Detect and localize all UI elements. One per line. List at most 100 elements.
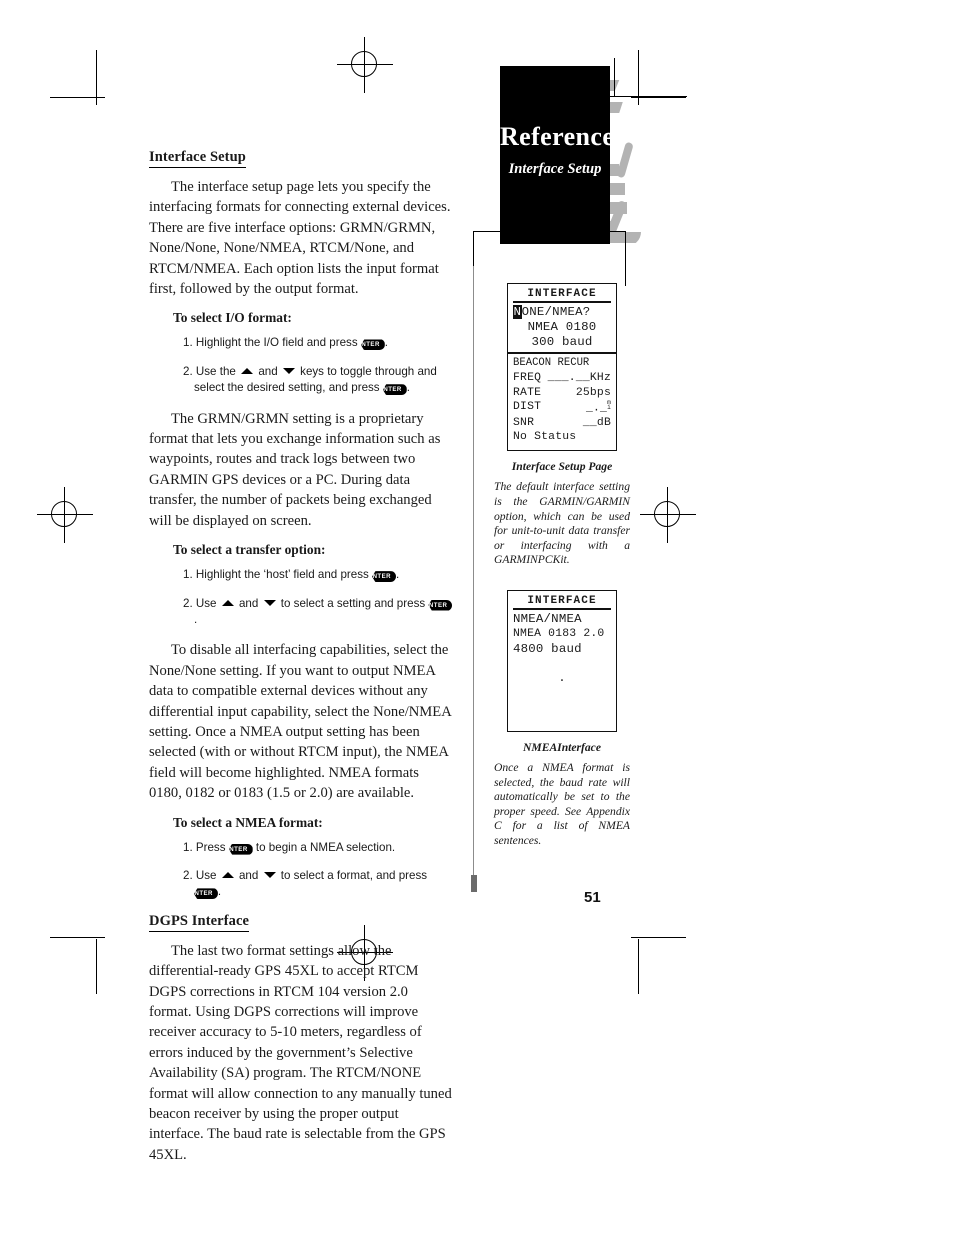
enter-key-icon: ENTER [428,599,453,611]
figure-1-caption-body: The default interface setting is the GAR… [494,480,630,567]
procedure-heading-select-transfer-option: To select a transfer option: [173,542,326,558]
arrow-down-icon [263,871,276,878]
gps-row-rate-number: 25 [575,386,590,399]
procedure-heading-select-nmea-format: To select a NMEA format: [173,814,323,830]
enter-key-icon: ENTER [372,571,396,583]
page-number: 51 [584,889,601,906]
step-io-1-period: . [384,336,389,350]
step-nmea-2: 2. Use and to select a format, and press… [183,868,454,901]
registration-mark-right [640,487,696,543]
paragraph-interface-overview: The interface setup page lets you specif… [149,179,451,298]
crop-mark-top-left-v [96,50,97,105]
registration-mark-left [37,487,93,543]
gps-row-snr-value: __dB [583,416,611,431]
gps-row-rate-label: RATE [513,386,542,399]
gps-row-rate-value: 25bps [576,386,611,401]
step-nmea-1-text-b: to begin a NMEA selection. [255,840,396,854]
step-transfer-1-text: 1. Highlight the ‘host’ field and press [183,568,369,582]
gps-field-io-format: NONE/NMEA? [513,305,611,320]
gps-screen-title: INTERFACE [513,595,611,610]
gps-row-snr-label: SNR [513,416,535,429]
enter-key-icon: ENTER [194,888,218,900]
enter-key-icon: ENTER [360,339,385,351]
step-io-1: 1. Highlight the I/O field and press ENT… [183,335,454,351]
gps-row-freq-value: ___.__KHz [548,371,611,386]
gps-row-freq: FREQ ___.__KHz [513,371,611,386]
gps-field-nmea-format: NMEA 0180 [527,320,597,334]
gps-field-nmea-format: NMEA 0183 2.0 [513,627,605,640]
step-nmea-1-text-a: 1. Press [183,840,226,854]
step-transfer-2-text-a: 2. Use [183,596,217,610]
enter-key-icon: ENTER [228,843,253,855]
step-io-1-text: 1. Highlight the I/O field and press [183,336,358,350]
paragraph-dgps: The last two format settings allow the d… [149,942,452,1163]
registration-mark-top [337,37,393,93]
step-transfer-2-text-b: and [238,596,259,610]
gps-row-freq-label: FREQ [513,372,542,384]
gps-highlight-char: N [513,305,522,319]
step-nmea-2-text-b: and [238,868,259,882]
step-nmea-2-period: . [217,885,222,899]
gps-field-baud-rate: 4800 baud [513,641,582,656]
arrow-up-icon [221,599,234,606]
step-nmea-1: 1. Press ENTER to begin a NMEA selection… [183,840,454,856]
crop-mark-bottom-left-v [96,939,97,994]
gps-blank-line [513,657,611,672]
enter-key-icon: ENTER [382,384,407,396]
section-heading-dgps-interface: DGPS Interface [149,913,250,932]
arrow-down-icon [263,599,276,606]
arrow-up-icon [241,367,254,374]
gps-beacon-header: BEACON RECUR [513,357,590,369]
gps-field-io-format: NMEA/NMEA [513,611,582,626]
gps-row-dist-value: _._ m i [585,399,611,416]
step-io-2: 2. Use the and keys to toggle through an… [183,364,454,397]
step-io-2-period: . [406,381,410,395]
gps-divider [508,352,616,354]
arrow-down-icon [282,367,295,374]
gps-screen-title: INTERFACE [513,288,611,303]
step-transfer-1-period: . [395,568,400,582]
figure-2-caption-title: NMEAInterface [523,740,601,754]
gps-screen-nmea-interface: INTERFACE NMEA/NMEA NMEA 0183 2.0 4800 b… [507,589,617,732]
main-text-column: Interface Setup The interface setup page… [149,148,454,1174]
figure-2-caption-body: Once a NMEA format is selected, the baud… [494,760,630,847]
paragraph-disable-interfacing: To disable all interfacing capabilities,… [149,642,451,802]
gps-row-rate: RATE 25bps [513,386,611,401]
step-io-2-text-a: 2. Use the [183,364,236,378]
gps-field-baud-rate: 300 baud [531,335,593,349]
procedure-heading-select-io-format: To select I/O format: [173,310,292,326]
sidebar-figures: INTERFACE NONE/NMEA? NMEA 0180 300 baud … [492,283,632,849]
page-subtitle: Interface Setup [508,161,602,177]
paragraph-grmn-format: The GRMN/GRMN setting is a proprietary f… [149,410,441,529]
gps-status-text: No Status [513,431,577,444]
gps-row-dist-label: DIST [513,401,542,413]
gps-row-snr: SNR __dB [513,416,611,431]
gps-row-snr-number: __ [582,416,597,429]
reference-header-block: Reference Interface Setup [500,66,614,244]
crop-mark-bottom-left-h [50,937,105,938]
gps-row-rate-unit: bps [589,386,611,399]
crop-mark-bottom-right-h [631,937,686,938]
header-vertical-rule [614,58,615,97]
step-transfer-2-period: . [194,612,198,626]
step-nmea-2-text-c: to select a format, and press [280,868,428,882]
gps-row-dist-unit-bottom: i [607,404,611,412]
step-io-2-text-b: and [258,364,278,378]
step-transfer-2: 2. Use and to select a setting and press… [183,596,454,629]
gps-io-format-rest: ONE/NMEA? [521,305,591,319]
gps-row-freq-unit: KHz [589,372,611,384]
step-transfer-1: 1. Highlight the ‘host’ field and press … [183,567,454,583]
gps-row-freq-number: ___.__ [547,372,590,384]
crop-mark-bottom-right-v [638,939,639,994]
figure-1-caption-title: Interface Setup Page [511,460,613,474]
gps-row-dist: DIST _._ m i [513,399,611,416]
gps-row-snr-unit: dB [596,416,611,429]
gps-screen-interface-setup: INTERFACE NONE/NMEA? NMEA 0180 300 baud … [507,283,617,452]
step-nmea-2-text-a: 2. Use [183,868,217,882]
column-divider [473,266,474,883]
section-heading-interface-setup: Interface Setup [149,149,246,168]
gps-row-dist-unit: mi [607,399,611,412]
arrow-up-icon [221,871,234,878]
step-transfer-2-text-c: to select a setting and press [280,596,426,610]
gps-row-dist-number: _._ [585,402,608,415]
